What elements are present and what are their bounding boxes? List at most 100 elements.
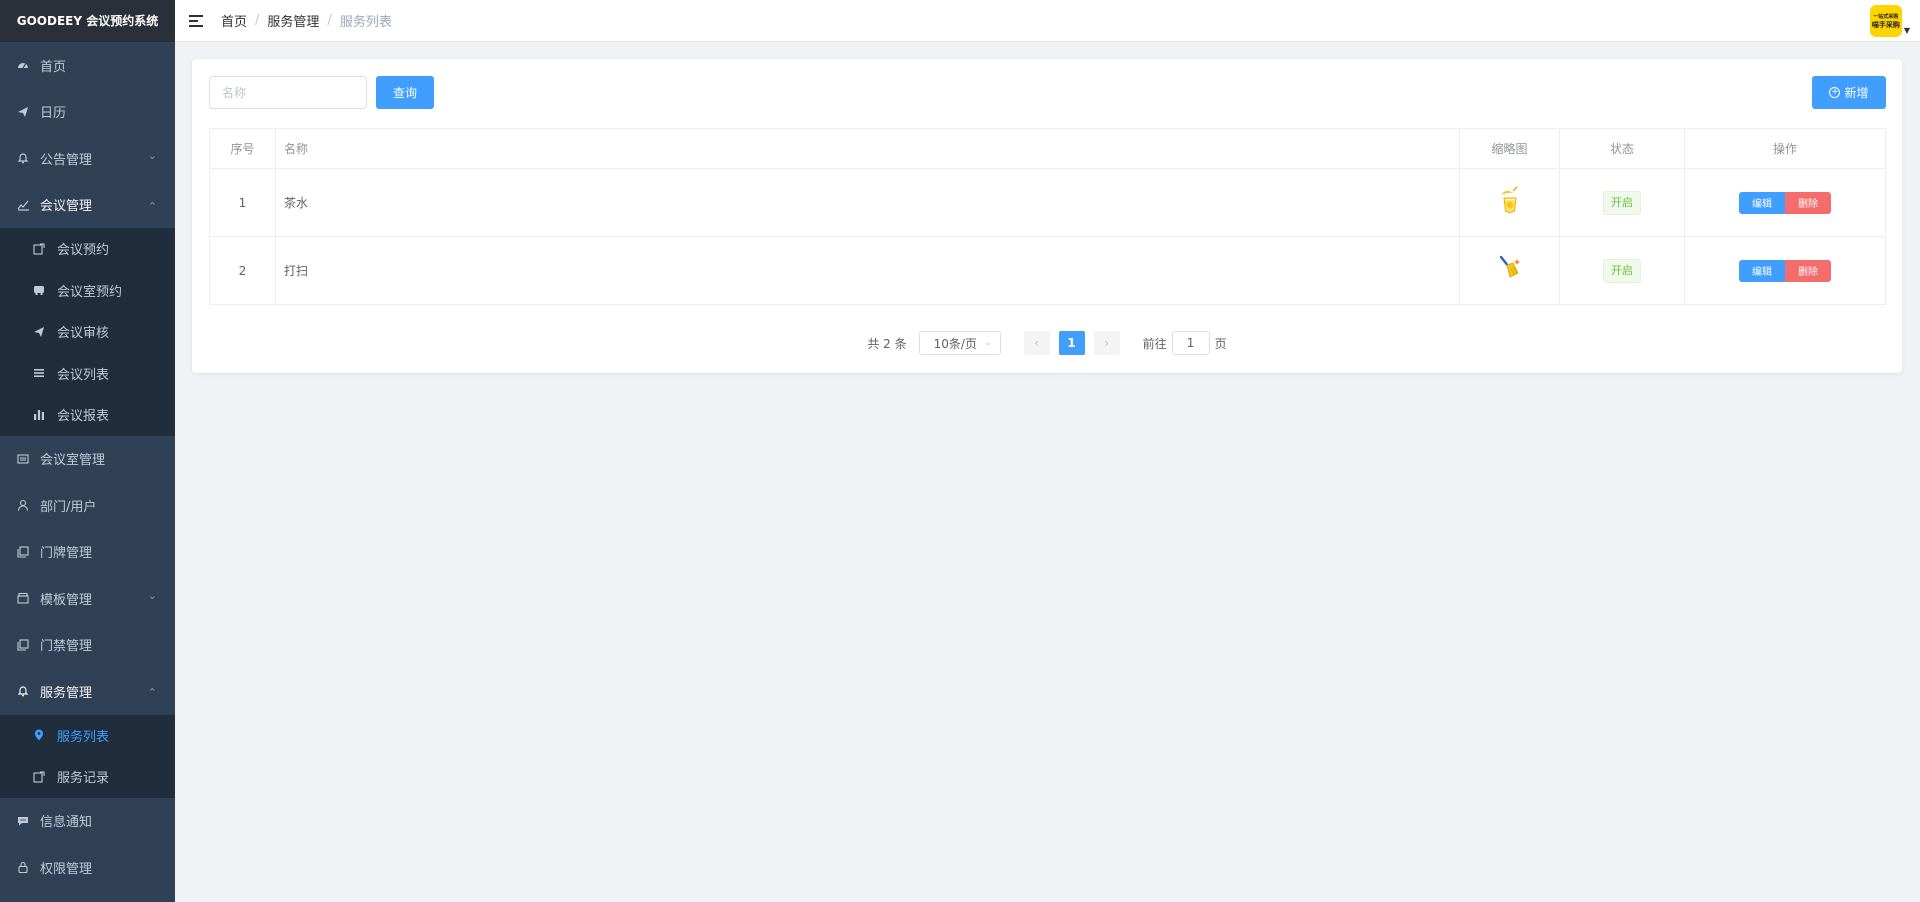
sidebar-item-label: 会议管理 bbox=[40, 199, 93, 215]
breadcrumb-service-management[interactable]: 服务管理 bbox=[267, 11, 319, 30]
avatar[interactable]: 一站式采购 喵手采购 bbox=[1869, 5, 1902, 37]
sidebar-item-label: 服务管理 bbox=[40, 685, 93, 701]
page-number-current[interactable]: 1 bbox=[1058, 331, 1085, 355]
sidebar-item-label: 会议室管理 bbox=[40, 453, 106, 469]
sidebar-item-calendar[interactable]: 日历 bbox=[0, 89, 175, 136]
sidebar-item-meeting-report[interactable]: 会议报表 bbox=[0, 394, 175, 436]
page-size-value: 10条/页 bbox=[933, 336, 977, 351]
service-table: 序号 名称 缩略图 状态 操作 1 茶水 开启 编辑 删除 2 打扫 开启 编辑… bbox=[209, 128, 1886, 305]
breadcrumb: 首页 / 服务管理 / 服务列表 bbox=[221, 11, 392, 30]
avatar-text-bottom: 喵手采购 bbox=[1871, 21, 1900, 29]
submenu-services: 服务列表 服务记录 bbox=[0, 714, 175, 798]
goto-label: 前往 bbox=[1142, 336, 1167, 351]
add-button-label: 新增 bbox=[1844, 86, 1869, 100]
edit-icon bbox=[33, 771, 45, 783]
sidebar-item-meeting-review[interactable]: 会议审核 bbox=[0, 311, 175, 353]
sidebar-item-services[interactable]: 服务管理 ⌃ bbox=[0, 668, 175, 715]
bell-icon bbox=[16, 684, 30, 698]
chevron-down-icon: ⌄ bbox=[984, 338, 992, 348]
breadcrumb-separator: / bbox=[327, 13, 332, 28]
search-input[interactable] bbox=[209, 76, 367, 109]
delete-button[interactable]: 删除 bbox=[1785, 191, 1831, 214]
sidebar-item-label: 门禁管理 bbox=[40, 639, 93, 655]
page-size-select[interactable]: 10条/页 ⌄ bbox=[918, 331, 1001, 355]
edit-icon bbox=[33, 243, 45, 255]
sidebar-item-label: 信息通知 bbox=[40, 815, 93, 831]
next-page-button[interactable]: › bbox=[1093, 331, 1120, 355]
user-menu[interactable]: 一站式采购 喵手采购 ▼ bbox=[1869, 5, 1910, 37]
breadcrumb-home[interactable]: 首页 bbox=[221, 11, 247, 30]
sidebar-item-home[interactable]: 首页 bbox=[0, 42, 175, 89]
bell-icon bbox=[16, 151, 30, 165]
sidebar-item-label: 公告管理 bbox=[40, 152, 93, 168]
delete-button[interactable]: 删除 bbox=[1785, 259, 1831, 282]
hamburger-icon[interactable] bbox=[189, 14, 203, 27]
submenu-meetings: 会议预约 会议室预约 会议审核 会议列表 会议报表 bbox=[0, 228, 175, 436]
prev-page-button[interactable]: ‹ bbox=[1023, 331, 1050, 355]
edit-button[interactable]: 编辑 bbox=[1739, 191, 1785, 214]
sidebar-item-label: 会议报表 bbox=[57, 409, 110, 425]
copy-icon bbox=[16, 638, 30, 652]
sidebar-item-room-booking[interactable]: 会议室预约 bbox=[0, 270, 175, 312]
pagination: 共 2 条 10条/页 ⌄ ‹ 1 › 前往 页 bbox=[192, 331, 1902, 355]
user-icon bbox=[16, 498, 30, 512]
sidebar-item-meeting-booking[interactable]: 会议预约 bbox=[0, 228, 175, 270]
status-badge: 开启 bbox=[1603, 258, 1641, 283]
broom-icon bbox=[1497, 254, 1523, 284]
list-icon bbox=[33, 367, 45, 379]
add-button[interactable]: + 新增 bbox=[1812, 76, 1886, 109]
sidebar-item-label: 部门/用户 bbox=[40, 499, 97, 515]
column-header-name: 名称 bbox=[275, 128, 1460, 169]
sidebar-item-service-records[interactable]: 服务记录 bbox=[0, 756, 175, 798]
sidebar-item-label: 门牌管理 bbox=[40, 546, 93, 562]
row-name: 茶水 bbox=[275, 168, 1460, 237]
sidebar-item-label: 权限管理 bbox=[40, 861, 93, 877]
row-index: 2 bbox=[209, 236, 276, 305]
sidebar-item-notifications[interactable]: 信息通知 bbox=[0, 798, 175, 845]
chevron-up-icon: ⌃ bbox=[147, 686, 157, 700]
row-thumbnail bbox=[1459, 168, 1560, 237]
sidebar-item-room-management[interactable]: 会议室管理 bbox=[0, 436, 175, 483]
box-icon bbox=[16, 591, 30, 605]
goto-page-input[interactable] bbox=[1171, 331, 1210, 355]
service-list-panel: 查询 + 新增 序号 名称 缩略图 状态 操作 1 茶水 bbox=[192, 59, 1902, 373]
sidebar-item-announcements[interactable]: 公告管理 ⌄ bbox=[0, 135, 175, 182]
column-header-actions: 操作 bbox=[1684, 128, 1886, 169]
sidebar-item-doorplate[interactable]: 门牌管理 bbox=[0, 529, 175, 576]
sidebar-item-access-control[interactable]: 门禁管理 bbox=[0, 622, 175, 669]
goto-page: 前往 页 bbox=[1143, 331, 1227, 355]
table-header-row: 序号 名称 缩略图 状态 操作 bbox=[209, 128, 1886, 169]
breadcrumb-service-list: 服务列表 bbox=[339, 15, 392, 30]
column-header-thumbnail: 缩略图 bbox=[1459, 128, 1560, 169]
chevron-down-icon: ⌄ bbox=[147, 149, 157, 163]
sidebar-item-label: 首页 bbox=[40, 59, 67, 75]
sidebar-item-meetings[interactable]: 会议管理 ⌃ bbox=[0, 182, 175, 229]
pagination-total: 共 2 条 bbox=[867, 336, 907, 351]
sidebar-item-label: 会议室预约 bbox=[57, 284, 123, 300]
sidebar-item-label: 会议审核 bbox=[57, 326, 110, 342]
app-title: GOODEEY 会议预约系统 bbox=[0, 0, 175, 42]
paper-plane-icon bbox=[33, 326, 45, 338]
sidebar-item-meeting-list[interactable]: 会议列表 bbox=[0, 353, 175, 395]
location-icon bbox=[33, 729, 45, 741]
table-row: 1 茶水 开启 编辑 删除 bbox=[209, 168, 1886, 237]
column-header-index: 序号 bbox=[209, 128, 276, 169]
sidebar-item-dept-users[interactable]: 部门/用户 bbox=[0, 482, 175, 529]
chevron-up-icon: ⌃ bbox=[147, 199, 157, 213]
query-button[interactable]: 查询 bbox=[376, 76, 434, 109]
sidebar-item-service-list[interactable]: 服务列表 bbox=[0, 715, 175, 757]
chevron-down-icon: ⌄ bbox=[147, 589, 157, 603]
chart-line-icon bbox=[16, 198, 30, 212]
sidebar-item-label: 日历 bbox=[40, 106, 67, 122]
paper-plane-icon bbox=[16, 105, 30, 119]
dashboard-icon bbox=[16, 58, 30, 72]
sidebar-item-label: 服务列表 bbox=[57, 729, 110, 745]
sidebar-item-templates[interactable]: 模板管理 ⌄ bbox=[0, 575, 175, 622]
goto-suffix: 页 bbox=[1214, 336, 1227, 351]
edit-button[interactable]: 编辑 bbox=[1739, 259, 1785, 282]
caret-down-icon[interactable]: ▼ bbox=[1904, 26, 1910, 35]
sidebar-item-permissions[interactable]: 权限管理 bbox=[0, 844, 175, 891]
meeting-room-icon bbox=[16, 452, 30, 466]
plus-circle-icon: + bbox=[1829, 87, 1841, 98]
row-actions: 编辑 删除 bbox=[1684, 236, 1886, 305]
